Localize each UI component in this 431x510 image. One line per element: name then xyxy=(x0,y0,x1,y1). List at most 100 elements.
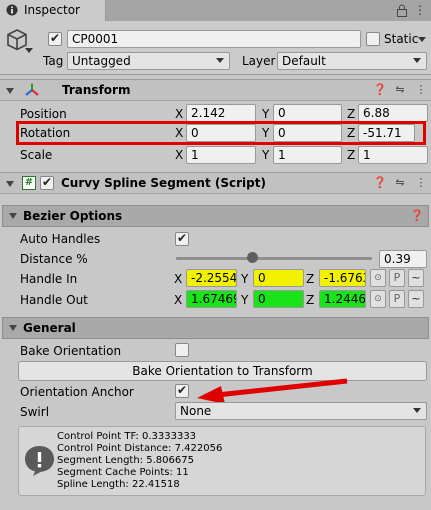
bezier-options-header[interactable]: Bezier Options ❓ xyxy=(2,205,429,227)
transform-header[interactable]: Transform ❓ ⇋ ⋮ xyxy=(0,79,431,101)
axis-z-label: Z xyxy=(306,272,315,286)
tab-label: Inspector xyxy=(24,3,80,17)
tag-dropdown[interactable]: Untagged xyxy=(67,52,230,70)
distance-slider-thumb[interactable] xyxy=(246,252,258,263)
handle-in-x-field[interactable]: -2.25545 xyxy=(186,269,237,287)
axis-icon xyxy=(25,83,39,96)
foldout-arrow-icon[interactable] xyxy=(6,181,14,187)
general-header[interactable]: General xyxy=(2,317,429,339)
handle-out-reset-button[interactable]: ⊙ xyxy=(370,290,386,308)
tag-label: Tag xyxy=(43,54,64,68)
handle-in-tilde-button[interactable]: ~ xyxy=(408,269,424,287)
tag-value: Untagged xyxy=(72,54,131,68)
orientation-anchor-checkbox[interactable]: ✔ xyxy=(175,383,189,398)
axis-x-label: X xyxy=(174,293,183,307)
distance-field[interactable]: 0.39 xyxy=(379,250,427,268)
distance-label: Distance % xyxy=(20,252,88,266)
axis-z-label: Z xyxy=(347,148,356,162)
chevron-down-icon xyxy=(216,58,224,63)
foldout-arrow-icon[interactable] xyxy=(9,325,17,331)
axis-x-label: X xyxy=(175,107,184,121)
swirl-dropdown[interactable]: None xyxy=(175,402,427,420)
static-checkbox[interactable] xyxy=(366,32,380,46)
menu-icon[interactable]: ⋮ xyxy=(415,177,427,189)
chevron-down-icon xyxy=(413,408,421,413)
position-y-field[interactable]: 0 xyxy=(273,104,342,122)
curvy-header[interactable]: # ✔ Curvy Spline Segment (Script) ❓ ⇋ ⋮ xyxy=(0,172,431,194)
distance-slider-track[interactable] xyxy=(176,257,372,260)
foldout-arrow-icon[interactable] xyxy=(9,213,17,219)
check-icon: ✔ xyxy=(177,231,188,245)
auto-handles-checkbox[interactable]: ✔ xyxy=(175,231,189,246)
info-icon xyxy=(6,4,18,16)
info-line: Control Point TF: 0.3333333 xyxy=(57,431,197,442)
axis-z-label: Z xyxy=(347,107,356,121)
bake-orientation-checkbox[interactable] xyxy=(175,343,189,357)
axis-x-label: X xyxy=(174,272,183,286)
position-x-field[interactable]: 2.142 xyxy=(186,104,256,122)
tab-inspector[interactable]: Inspector xyxy=(0,0,106,21)
layer-dropdown[interactable]: Default xyxy=(277,52,427,70)
script-enabled-checkbox[interactable]: ✔ xyxy=(40,175,54,190)
axis-y-label: Y xyxy=(262,107,270,121)
transform-title: Transform xyxy=(62,83,131,97)
icon-dropdown-arrow[interactable] xyxy=(25,48,33,53)
name-field[interactable]: CP0001 xyxy=(67,30,361,48)
axis-y-label: Y xyxy=(262,148,270,162)
handle-out-p-button[interactable]: P xyxy=(389,290,405,308)
handle-out-x-field[interactable]: 1.674696 xyxy=(186,290,237,308)
info-line: Segment Cache Points: 11 xyxy=(57,467,189,478)
scale-z-field[interactable]: 1 xyxy=(358,146,428,164)
preset-icon[interactable]: ⇋ xyxy=(394,84,406,96)
handle-in-z-field[interactable]: -1.67636 xyxy=(319,269,366,287)
handle-out-label: Handle Out xyxy=(20,293,88,307)
bake-orientation-label: Bake Orientation xyxy=(20,344,122,358)
scale-label: Scale xyxy=(20,148,53,162)
help-icon[interactable]: ❓ xyxy=(373,177,387,189)
active-checkbox[interactable]: ✔ xyxy=(48,31,62,46)
axis-z-label: Z xyxy=(306,293,315,307)
handle-out-tilde-button[interactable]: ~ xyxy=(408,290,424,308)
axis-x-label: X xyxy=(175,148,184,162)
axis-y-label: Y xyxy=(241,272,249,286)
bezier-options-title: Bezier Options xyxy=(23,209,123,223)
handle-in-p-button[interactable]: P xyxy=(389,269,405,287)
handle-in-label: Handle In xyxy=(20,272,78,286)
info-helpbox: Control Point TF: 0.3333333 Control Poin… xyxy=(18,426,426,496)
handle-in-y-field[interactable]: 0 xyxy=(253,269,304,287)
swirl-label: Swirl xyxy=(20,405,50,419)
lock-icon[interactable] xyxy=(396,4,408,17)
axis-y-label: Y xyxy=(241,293,249,307)
gameobject-header: ✔ CP0001 Static Tag Untagged Layer Defau… xyxy=(0,21,431,75)
handle-out-z-field[interactable]: 1.244698 xyxy=(319,290,366,308)
position-z-field[interactable]: 6.88 xyxy=(358,104,428,122)
handle-in-reset-button[interactable]: ⊙ xyxy=(370,269,386,287)
check-icon: ✔ xyxy=(42,175,53,189)
scale-x-field[interactable]: 1 xyxy=(186,146,256,164)
check-icon: ✔ xyxy=(50,31,61,45)
scale-y-field[interactable]: 1 xyxy=(273,146,342,164)
handle-out-y-field[interactable]: 0 xyxy=(253,290,304,308)
layer-value: Default xyxy=(282,54,326,68)
preset-icon[interactable]: ⇋ xyxy=(394,177,406,189)
info-icon xyxy=(25,446,54,476)
menu-icon[interactable]: ⋮ xyxy=(413,2,427,18)
info-line: Segment Length: 5.806675 xyxy=(57,455,194,466)
rotation-highlight-box xyxy=(16,121,426,145)
position-label: Position xyxy=(20,107,67,121)
chevron-down-icon xyxy=(413,58,421,63)
auto-handles-label: Auto Handles xyxy=(20,232,101,246)
info-line: Spline Length: 22.41518 xyxy=(57,479,180,490)
menu-icon[interactable]: ⋮ xyxy=(415,84,427,96)
static-label: Static xyxy=(384,32,419,46)
layer-label: Layer xyxy=(242,54,276,68)
script-icon: # xyxy=(22,176,36,190)
check-icon: ✔ xyxy=(177,383,188,397)
help-icon[interactable]: ❓ xyxy=(410,210,424,222)
foldout-arrow-icon[interactable] xyxy=(6,88,14,94)
curvy-title: Curvy Spline Segment (Script) xyxy=(61,176,266,190)
general-title: General xyxy=(23,321,76,335)
tab-bar: Inspector ⋮ xyxy=(0,0,431,21)
static-dropdown-arrow[interactable] xyxy=(418,37,426,42)
help-icon[interactable]: ❓ xyxy=(373,84,387,96)
